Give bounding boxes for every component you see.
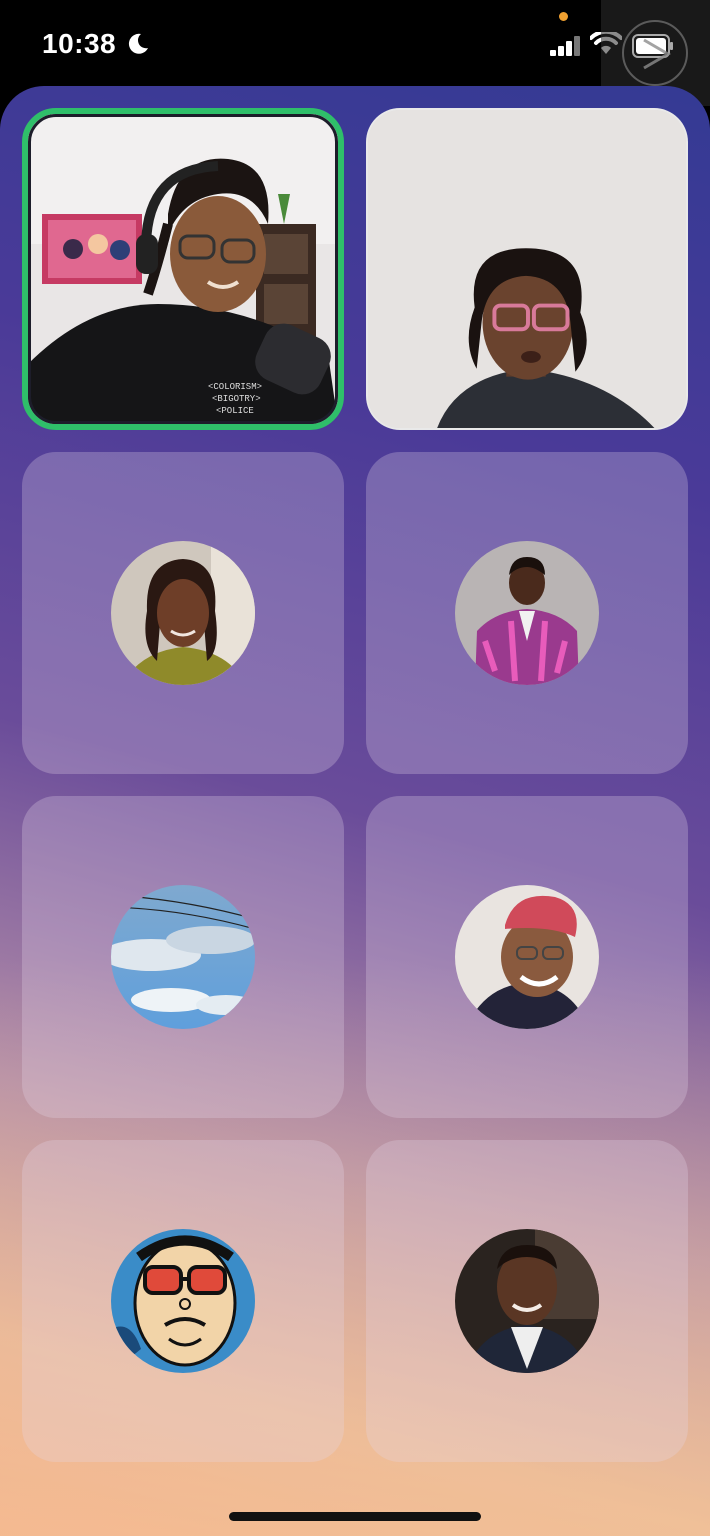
participant-tile-6[interactable] (366, 796, 688, 1118)
participant-tile-7[interactable] (22, 1140, 344, 1462)
man-in-suit-avatar-image (455, 1229, 599, 1373)
participant-avatar (455, 1229, 599, 1373)
participant-video-feed: <COLORISM> <BIGOTRY> <POLICE (28, 114, 338, 424)
participant-tile-3[interactable] (22, 452, 344, 774)
participant-avatar (111, 1229, 255, 1373)
svg-text:<COLORISM>: <COLORISM> (208, 382, 262, 392)
status-bar: 10:38 (0, 0, 710, 106)
privacy-indicator (559, 12, 568, 21)
man-in-patterned-shirt-avatar-image (455, 541, 599, 685)
chevron-right-icon (643, 38, 671, 70)
participant-avatar (455, 541, 599, 685)
participant-tile-4[interactable] (366, 452, 688, 774)
group-call-grid: <COLORISM> <BIGOTRY> <POLICE (0, 86, 710, 1536)
home-indicator[interactable] (229, 1512, 481, 1521)
woman-avatar-image (111, 541, 255, 685)
participant-avatar (455, 885, 599, 1029)
participant-video-feed (368, 110, 686, 428)
participant-avatar (111, 885, 255, 1029)
cartoon-sunglasses-avatar-image (111, 1229, 255, 1373)
assistive-touch-button[interactable] (622, 20, 688, 86)
participant-tile-8[interactable] (366, 1140, 688, 1462)
svg-text:<BIGOTRY>: <BIGOTRY> (212, 394, 261, 404)
man-with-red-cap-avatar-image (455, 885, 599, 1029)
clock: 10:38 (42, 28, 117, 59)
moon-icon (128, 33, 148, 54)
svg-text:<POLICE: <POLICE (216, 406, 254, 416)
participant-avatar (111, 541, 255, 685)
participant-tile-video-2[interactable] (366, 108, 688, 430)
participant-tile-video-1[interactable]: <COLORISM> <BIGOTRY> <POLICE (22, 108, 344, 430)
sky-photo-avatar-image (111, 885, 255, 1029)
cellular-signal-icon (550, 36, 580, 56)
participant-tile-5[interactable] (22, 796, 344, 1118)
